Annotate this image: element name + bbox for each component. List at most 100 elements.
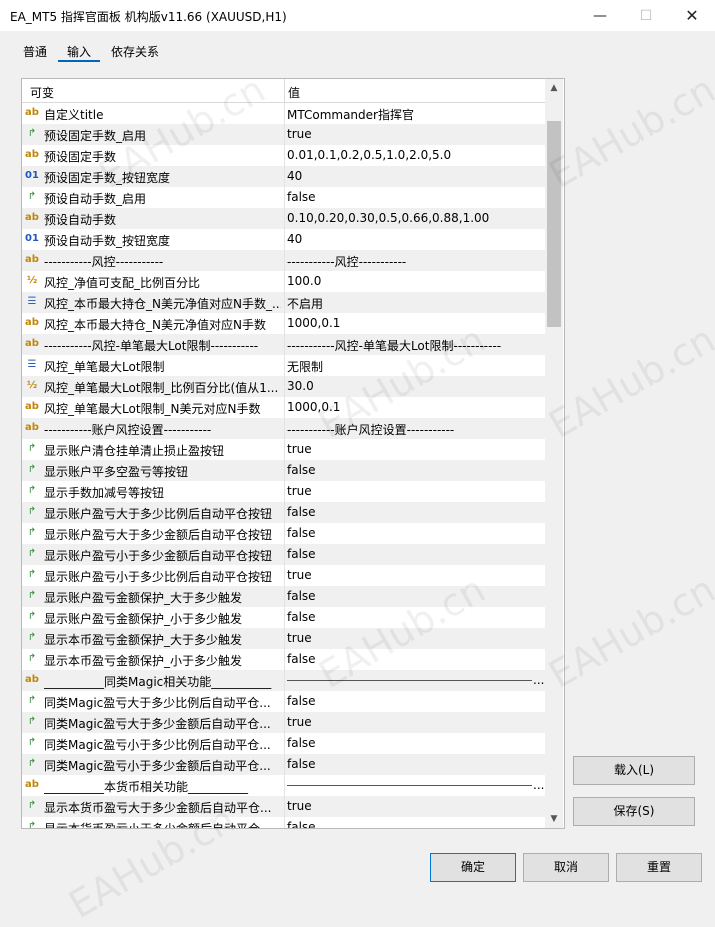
param-value[interactable]: false [287, 736, 543, 750]
param-value[interactable]: false [287, 589, 543, 603]
table-row[interactable]: ↱ 显示本货币盈亏大于多少金额后自动平仓... true [22, 796, 545, 817]
table-row[interactable]: ½ 风控_单笔最大Lot限制_比例百分比(值从1... 30.0 [22, 376, 545, 397]
table-row[interactable]: ↱ 同类Magic盈亏大于多少金额后自动平仓... true [22, 712, 545, 733]
table-row[interactable]: ab 预设固定手数 0.01,0.1,0.2,0.5,1.0,2.0,5.0 [22, 145, 545, 166]
table-row[interactable]: ab __________本货币相关功能__________... [22, 775, 545, 796]
table-row[interactable]: ↱ 显示本货币盈亏小于多少金额后自动平仓... false [22, 817, 545, 828]
param-value[interactable]: true [287, 715, 543, 729]
close-icon: ✕ [685, 6, 699, 25]
table-row[interactable]: ↱ 显示账户盈亏大于多少金额后自动平仓按钮 false [22, 523, 545, 544]
param-value[interactable]: 0.10,0.20,0.30,0.5,0.66,0.88,1.00 [287, 211, 543, 225]
param-value[interactable]: true [287, 484, 543, 498]
bool-type-icon: ↱ [27, 695, 37, 706]
column-header-variable[interactable]: 可变 [30, 84, 54, 101]
maximize-button[interactable]: ☐ [623, 0, 669, 31]
param-value[interactable]: false [287, 694, 543, 708]
cell-separator [284, 439, 285, 460]
table-row[interactable]: ↱ 同类Magic盈亏小于多少金额后自动平仓... false [22, 754, 545, 775]
param-value[interactable]: true [287, 127, 543, 141]
ok-button[interactable]: 确定 [430, 853, 516, 882]
param-name: 风控_本币最大持仓_N美元净值对应N手数_... [44, 297, 281, 311]
param-value[interactable]: false [287, 505, 543, 519]
table-row[interactable]: 01 预设固定手数_按钮宽度 40 [22, 166, 545, 187]
cell-separator [284, 103, 285, 124]
close-button[interactable]: ✕ [669, 0, 715, 31]
load-button[interactable]: 载入(L) [573, 756, 695, 785]
scroll-down-icon[interactable]: ▼ [545, 810, 563, 828]
tab-dependencies[interactable]: 依存关系 [102, 40, 168, 62]
column-separator[interactable] [284, 79, 285, 102]
param-value[interactable]: 1000,0.1 [287, 400, 543, 414]
param-value[interactable]: MTCommander指挥官 [287, 106, 543, 123]
table-row[interactable]: ↱ 显示账户盈亏大于多少比例后自动平仓按钮 false [22, 502, 545, 523]
table-row[interactable]: ↱ 显示本币盈亏金额保护_大于多少触发 true [22, 628, 545, 649]
table-row[interactable]: ☰ 风控_单笔最大Lot限制 无限制 [22, 355, 545, 376]
cancel-button[interactable]: 取消 [523, 853, 609, 882]
param-value[interactable]: false [287, 652, 543, 666]
table-row[interactable]: ↱ 显示账户盈亏小于多少金额后自动平仓按钮 false [22, 544, 545, 565]
param-value[interactable]: false [287, 190, 543, 204]
param-value[interactable]: 100.0 [287, 274, 543, 288]
table-row[interactable]: ab -----------账户风控设置----------- ----------… [22, 418, 545, 439]
table-row[interactable]: ↱ 同类Magic盈亏大于多少比例后自动平仓... false [22, 691, 545, 712]
param-value[interactable]: false [287, 547, 543, 561]
param-value[interactable]: 0.01,0.1,0.2,0.5,1.0,2.0,5.0 [287, 148, 543, 162]
table-row[interactable]: 01 预设自动手数_按钮宽度 40 [22, 229, 545, 250]
ellipsis-text: ... [533, 673, 545, 687]
param-value[interactable]: 无限制 [287, 358, 543, 375]
minimize-button[interactable]: — [577, 0, 623, 31]
table-row[interactable]: ab 预设自动手数 0.10,0.20,0.30,0.5,0.66,0.88,1.0… [22, 208, 545, 229]
scroll-thumb[interactable] [547, 121, 561, 327]
cell-separator [284, 817, 285, 828]
param-value[interactable]: true [287, 568, 543, 582]
tab-inputs[interactable]: 输入 [58, 40, 101, 62]
table-row[interactable]: ↱ 预设自动手数_启用 false [22, 187, 545, 208]
table-row[interactable]: ab -----------风控-单笔最大Lot限制----------- ----… [22, 334, 545, 355]
param-value[interactable]: 30.0 [287, 379, 543, 393]
param-value[interactable]: false [287, 757, 543, 771]
table-row[interactable]: ab -----------风控----------- -----------风控-… [22, 250, 545, 271]
cell-separator [284, 607, 285, 628]
table-row[interactable]: ↱ 显示账户平多空盈亏等按钮 false [22, 460, 545, 481]
save-button[interactable]: 保存(S) [573, 797, 695, 826]
table-row[interactable]: ab 风控_单笔最大Lot限制_N美元对应N手数 1000,0.1 [22, 397, 545, 418]
table-row[interactable]: ↱ 同类Magic盈亏小于多少比例后自动平仓... false [22, 733, 545, 754]
param-value[interactable]: true [287, 442, 543, 456]
param-name: 预设自动手数 [44, 213, 117, 227]
param-value[interactable]: 1000,0.1 [287, 316, 543, 330]
table-row[interactable]: ↱ 显示账户盈亏金额保护_大于多少触发 false [22, 586, 545, 607]
param-value[interactable]: 40 [287, 169, 543, 183]
param-value[interactable]: true [287, 631, 543, 645]
param-value[interactable]: -----------风控-单笔最大Lot限制----------- [287, 337, 543, 354]
table-row[interactable]: ↱ 显示账户清仓挂单清止损止盈按钮 true [22, 439, 545, 460]
scroll-up-icon[interactable]: ▲ [545, 79, 563, 97]
column-header-value[interactable]: 值 [288, 84, 300, 101]
table-row[interactable]: ☰ 风控_本币最大持仓_N美元净值对应N手数_... 不启用 [22, 292, 545, 313]
cell-separator [284, 418, 285, 439]
bool-type-icon: ↱ [27, 506, 37, 517]
table-row[interactable]: ab __________同类Magic相关功能__________... [22, 670, 545, 691]
table-row[interactable]: ↱ 预设固定手数_启用 true [22, 124, 545, 145]
table-row[interactable]: ↱ 显示本币盈亏金额保护_小于多少触发 false [22, 649, 545, 670]
cell-separator [284, 124, 285, 145]
tab-common[interactable]: 普通 [14, 40, 56, 62]
param-value[interactable]: false [287, 820, 543, 828]
param-name: 预设固定手数_启用 [44, 129, 147, 143]
param-value[interactable]: false [287, 610, 543, 624]
table-row[interactable]: ab 风控_本币最大持仓_N美元净值对应N手数 1000,0.1 [22, 313, 545, 334]
table-row[interactable]: ½ 风控_净值可支配_比例百分比 100.0 [22, 271, 545, 292]
param-value[interactable]: false [287, 526, 543, 540]
param-value[interactable]: 40 [287, 232, 543, 246]
param-value[interactable]: true [287, 799, 543, 813]
table-row[interactable]: ↱ 显示手数加减号等按钮 true [22, 481, 545, 502]
vertical-scrollbar[interactable]: ▲ ▼ [545, 79, 563, 828]
table-row[interactable]: ↱ 显示账户盈亏金额保护_小于多少触发 false [22, 607, 545, 628]
param-value[interactable]: 不启用 [287, 295, 543, 312]
string-type-icon: ab [25, 149, 39, 160]
reset-button[interactable]: 重置 [616, 853, 702, 882]
table-row[interactable]: ↱ 显示账户盈亏小于多少比例后自动平仓按钮 true [22, 565, 545, 586]
param-value[interactable]: -----------风控----------- [287, 253, 543, 270]
param-value[interactable]: false [287, 463, 543, 477]
table-row[interactable]: ab 自定义title MTCommander指挥官 [22, 103, 545, 124]
param-value[interactable]: -----------账户风控设置----------- [287, 421, 543, 438]
